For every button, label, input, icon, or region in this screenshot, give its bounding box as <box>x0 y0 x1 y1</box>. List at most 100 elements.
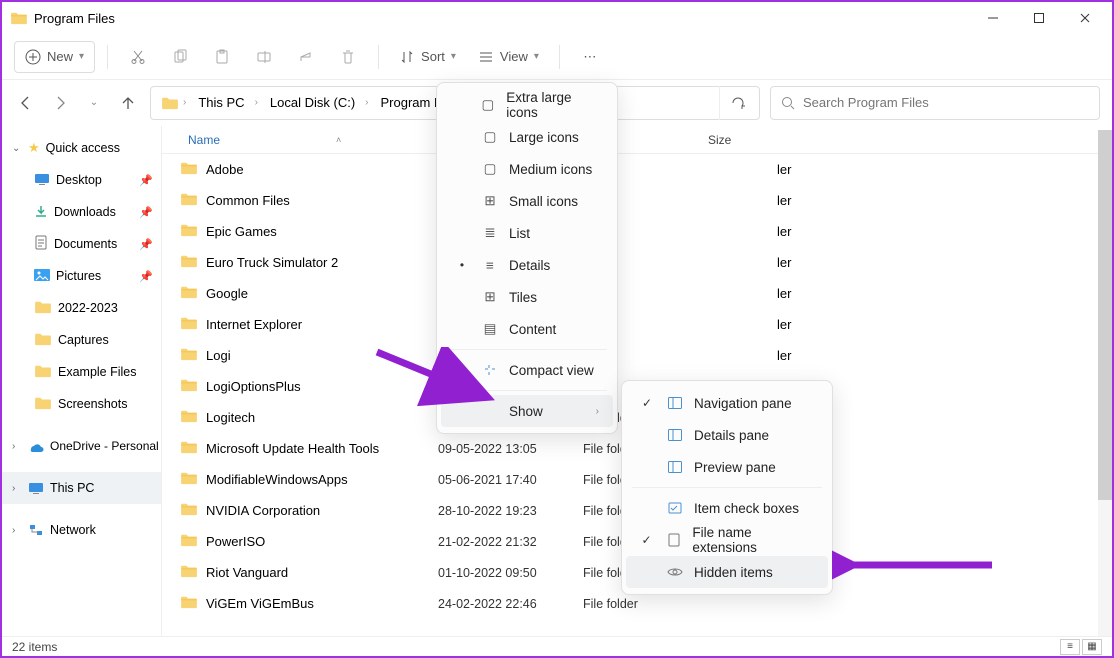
folder-icon <box>34 300 52 317</box>
minimize-button[interactable] <box>970 3 1016 33</box>
search-input[interactable] <box>803 95 1089 110</box>
sidebar-item[interactable]: Downloads 📌 <box>2 196 161 228</box>
pane-icon <box>666 429 684 441</box>
file-row[interactable]: Internet Explorer ler <box>162 309 1112 340</box>
menu-view-option[interactable]: ▤ Content <box>441 313 613 345</box>
sidebar-onedrive[interactable]: › OneDrive - Personal <box>2 430 161 462</box>
sidebar-item[interactable]: Screenshots <box>2 388 161 420</box>
option-icon <box>666 502 684 514</box>
pane-icon <box>666 461 684 473</box>
menu-show-option[interactable]: Item check boxes <box>626 492 828 524</box>
option-icon <box>665 533 682 547</box>
folder-icon <box>180 378 198 395</box>
folder-icon <box>180 316 198 333</box>
pane-icon <box>666 397 684 409</box>
pin-icon: 📌 <box>139 270 153 283</box>
menu-view-option[interactable]: ▢ Medium icons <box>441 153 613 185</box>
menu-view-option[interactable]: ▢ Large icons <box>441 121 613 153</box>
folder-icon <box>180 223 198 240</box>
annotation-arrow <box>832 550 1002 580</box>
menu-view-option[interactable]: ⊞ Small icons <box>441 185 613 217</box>
toolbar: New ▾ Sort ▾ View ▾ ⋯ <box>2 34 1112 80</box>
folder-icon <box>180 595 198 612</box>
refresh-button[interactable] <box>719 86 755 120</box>
cloud-icon <box>28 440 44 452</box>
sidebar-item[interactable]: Documents 📌 <box>2 228 161 260</box>
menu-show-option[interactable]: Hidden items <box>626 556 828 588</box>
status-count: 22 items <box>12 640 57 654</box>
rename-button[interactable] <box>246 41 282 73</box>
breadcrumb-root[interactable]: › <box>155 90 192 116</box>
menu-view-option[interactable]: ⊞ Tiles <box>441 281 613 313</box>
status-bar: 22 items ≡ ▦ <box>2 636 1112 656</box>
sort-icon <box>399 49 415 65</box>
menu-pane-option[interactable]: Details pane <box>626 419 828 451</box>
file-row[interactable]: Common Files ler <box>162 185 1112 216</box>
share-button[interactable] <box>288 41 324 73</box>
folder-icon <box>180 440 198 457</box>
file-row[interactable]: Logi ler <box>162 340 1112 371</box>
breadcrumb-item[interactable]: This PC› <box>192 90 264 116</box>
column-name[interactable]: Name˄ <box>188 133 443 147</box>
show-submenu: ✓ Navigation pane Details pane Preview p… <box>621 380 833 595</box>
sort-button[interactable]: Sort ▾ <box>391 41 464 73</box>
pin-icon: 📌 <box>139 174 153 187</box>
details-view-toggle[interactable]: ≡ <box>1060 639 1080 655</box>
pin-icon: 📌 <box>139 206 153 219</box>
list-icon: ≣ <box>481 225 499 241</box>
folder-icon <box>180 285 198 302</box>
pictures-icon <box>34 269 50 284</box>
sm-icon: ⊞ <box>481 193 499 209</box>
back-button[interactable] <box>14 91 38 115</box>
sidebar-quick-access[interactable]: ⌄ ★ Quick access <box>2 132 161 164</box>
folder-icon <box>34 364 52 381</box>
column-headers[interactable]: Name˄ Size <box>162 126 1112 154</box>
sidebar-item[interactable]: Pictures 📌 <box>2 260 161 292</box>
scrollbar-thumb[interactable] <box>1098 130 1112 500</box>
chevron-down-icon: ▾ <box>451 51 456 62</box>
column-size[interactable]: Size <box>708 133 731 147</box>
new-button[interactable]: New ▾ <box>14 41 95 73</box>
sidebar-item[interactable]: Captures <box>2 324 161 356</box>
maximize-button[interactable] <box>1016 3 1062 33</box>
forward-button[interactable] <box>48 91 72 115</box>
window-title: Program Files <box>34 11 970 26</box>
menu-separator <box>632 487 822 488</box>
more-button[interactable]: ⋯ <box>572 41 608 73</box>
menu-pane-option[interactable]: ✓ Navigation pane <box>626 387 828 419</box>
recent-button[interactable]: ⌄ <box>82 91 106 115</box>
sidebar-item[interactable]: Example Files <box>2 356 161 388</box>
copy-button[interactable] <box>162 41 198 73</box>
file-row[interactable]: Adobe ler <box>162 154 1112 185</box>
menu-view-option[interactable]: ≣ List <box>441 217 613 249</box>
icons-view-toggle[interactable]: ▦ <box>1082 639 1102 655</box>
close-button[interactable] <box>1062 3 1108 33</box>
plus-icon <box>25 49 41 65</box>
delete-button[interactable] <box>330 41 366 73</box>
menu-pane-option[interactable]: Preview pane <box>626 451 828 483</box>
sidebar-this-pc[interactable]: › This PC <box>2 472 161 504</box>
lg-icon: ▢ <box>481 129 499 145</box>
folder-icon <box>180 533 198 550</box>
paste-button[interactable] <box>204 41 240 73</box>
folder-icon <box>180 502 198 519</box>
search-box[interactable] <box>770 86 1100 120</box>
up-button[interactable] <box>116 91 140 115</box>
menu-show-option[interactable]: ✓ File name extensions <box>626 524 828 556</box>
folder-icon <box>180 471 198 488</box>
annotation-arrow <box>372 347 502 417</box>
network-icon <box>28 524 44 536</box>
cut-button[interactable] <box>120 41 156 73</box>
file-row[interactable]: Euro Truck Simulator 2 ler <box>162 247 1112 278</box>
view-button[interactable]: View ▾ <box>470 41 547 73</box>
menu-view-option[interactable]: ▢ Extra large icons <box>441 89 613 121</box>
breadcrumb-item[interactable]: Local Disk (C:)› <box>264 90 375 116</box>
file-row[interactable]: Google ler <box>162 278 1112 309</box>
chevron-down-icon: ▾ <box>79 51 84 62</box>
sidebar-network[interactable]: › Network <box>2 514 161 546</box>
folder-icon <box>180 564 198 581</box>
sidebar-item[interactable]: 2022-2023 <box>2 292 161 324</box>
sidebar-item[interactable]: Desktop 📌 <box>2 164 161 196</box>
menu-view-option[interactable]: • ≡ Details <box>441 249 613 281</box>
file-row[interactable]: Epic Games ler <box>162 216 1112 247</box>
